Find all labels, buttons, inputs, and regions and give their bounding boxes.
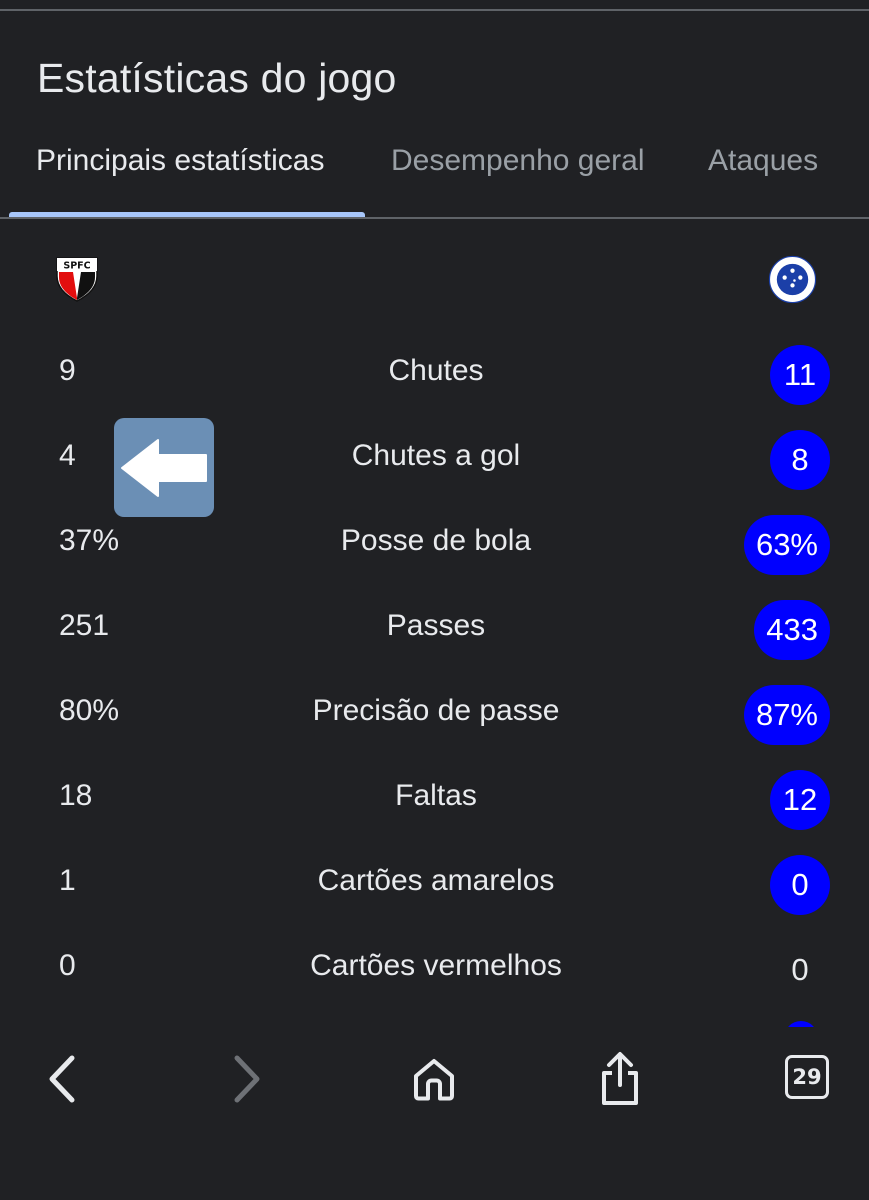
home-value: 251 [59, 609, 110, 642]
left-arrow-glyph [121, 438, 207, 497]
cruzeiro-crest-icon [768, 255, 817, 304]
home-value: 4 [59, 439, 76, 472]
stat-row: 0 Cartões vermelhos 0 [0, 928, 869, 1013]
stat-row: 251 Passes 433 [0, 588, 869, 673]
browser-bottom-toolbar: 29 [0, 1027, 869, 1200]
back-button[interactable] [22, 1049, 102, 1109]
away-value-badge: 87% [743, 685, 830, 745]
tab-desempenho-geral[interactable]: Desempenho geral [391, 144, 645, 178]
home-value: 9 [59, 354, 76, 387]
away-value-badge: 11 [770, 345, 830, 405]
away-value-badge: 0 [770, 855, 830, 915]
forward-chevron-icon [234, 1055, 260, 1103]
stat-label: Cartões vermelhos [310, 949, 562, 982]
tab-ataques[interactable]: Ataques [708, 144, 818, 178]
away-value: 0 [791, 952, 809, 987]
home-button[interactable] [394, 1049, 474, 1109]
home-value: 1 [59, 864, 76, 897]
stat-row: 1 Cartões amarelos 0 [0, 843, 869, 928]
share-button[interactable] [580, 1049, 660, 1109]
share-icon [602, 1052, 638, 1105]
home-value: 37% [59, 524, 120, 557]
home-icon [414, 1059, 454, 1101]
left-arrow-icon [114, 418, 214, 517]
away-value-badge: 63% [743, 515, 830, 575]
active-tab-indicator [9, 212, 365, 217]
away-value-badge: 433 [754, 600, 830, 660]
stat-label: Faltas [395, 779, 477, 812]
top-divider [0, 9, 869, 11]
home-value: 18 [59, 779, 93, 812]
stat-row: 18 Faltas 12 [0, 758, 869, 843]
stat-label: Posse de bola [340, 524, 532, 557]
away-value-badge: 12 [770, 770, 830, 830]
stat-row: 80% Precisão de passe 87% [0, 673, 869, 758]
away-value-badge: 8 [770, 430, 830, 490]
home-value: 0 [59, 949, 76, 982]
spfc-crest-icon: SPFC [56, 257, 98, 302]
back-chevron-icon [49, 1055, 75, 1103]
stat-label: Chutes a gol [351, 439, 521, 472]
stat-label: Chutes [388, 354, 484, 387]
tab-bar: Principais estatísticas Desempenho geral… [0, 118, 869, 219]
page-title: Estatísticas do jogo [37, 55, 397, 101]
stat-label: Precisão de passe [312, 694, 560, 727]
spfc-logo-text: SPFC [63, 261, 90, 272]
stat-label: Cartões amarelos [317, 864, 555, 897]
tab-principais-estatisticas[interactable]: Principais estatísticas [36, 144, 324, 178]
forward-button[interactable] [207, 1049, 287, 1109]
stat-row: 9 Chutes 11 [0, 333, 869, 418]
tabs-switcher-button[interactable]: 29 [785, 1055, 829, 1099]
stat-label: Passes [386, 609, 486, 642]
home-value: 80% [59, 694, 120, 727]
